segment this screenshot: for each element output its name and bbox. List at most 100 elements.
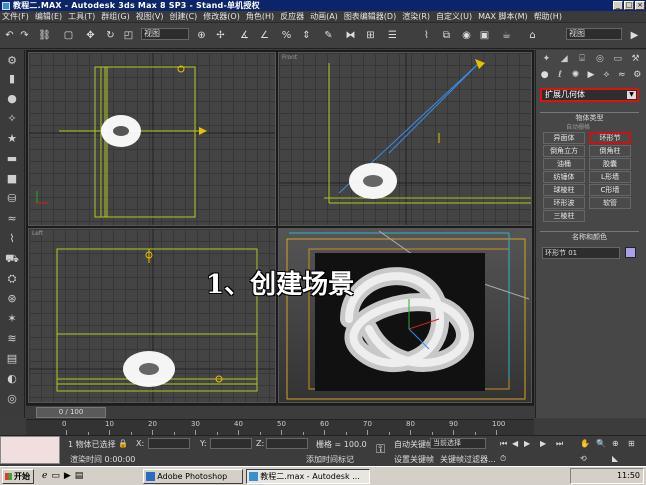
quicklaunch-media-icon[interactable]: ▶ bbox=[64, 471, 71, 481]
move-icon[interactable]: ✥ bbox=[84, 27, 97, 43]
helpers-icon[interactable]: ⟡ bbox=[600, 70, 613, 84]
maxscript-listener[interactable] bbox=[0, 436, 60, 464]
geometry-type-dropdown[interactable]: 扩展几何体 ▼ bbox=[540, 88, 639, 102]
goto-end-icon[interactable]: ⏭ bbox=[556, 439, 563, 449]
btn-ringwave[interactable]: 环形波 bbox=[543, 197, 585, 209]
btn-spindle[interactable]: 纺锤体 bbox=[543, 171, 585, 183]
zoom-icon[interactable]: 🔍 bbox=[596, 439, 606, 448]
lights-icon[interactable]: ✺ bbox=[569, 70, 582, 84]
z-coord-field[interactable] bbox=[266, 438, 308, 449]
btn-chamfer-cyl[interactable]: 倒角柱 bbox=[589, 145, 631, 157]
time-slider[interactable]: 0 / 100 bbox=[36, 407, 106, 418]
zoom-all-icon[interactable]: ⊕ bbox=[612, 439, 619, 448]
plane-icon[interactable]: ▬ bbox=[5, 152, 19, 166]
prev-frame-icon[interactable]: ◀ bbox=[512, 439, 518, 448]
angle-snap-icon[interactable]: ∠ bbox=[258, 27, 271, 43]
shapes-icon[interactable]: ℓ bbox=[553, 70, 566, 84]
rope-icon[interactable]: ✧ bbox=[5, 112, 19, 126]
minimize-button[interactable]: _ bbox=[613, 1, 623, 10]
pivot-icon[interactable]: ⊕ bbox=[195, 27, 208, 43]
top-viewport[interactable] bbox=[28, 52, 276, 226]
auto-key-button[interactable]: 自动关键帧 bbox=[394, 439, 434, 450]
utilities-tab-icon[interactable]: ⚒ bbox=[627, 52, 644, 66]
create-tab-icon[interactable]: ✦ bbox=[538, 52, 555, 66]
redo-icon[interactable]: ↷ bbox=[18, 27, 31, 43]
object-name-field[interactable]: 环形节 01 bbox=[542, 247, 620, 259]
set-key-button[interactable]: 设置关键帧 bbox=[394, 454, 434, 465]
orbit-icon[interactable]: ⟲ bbox=[580, 454, 587, 463]
modify-tab-icon[interactable]: ◢ bbox=[556, 52, 573, 66]
add-time-tag[interactable]: 添加时间标记 bbox=[306, 454, 354, 465]
menu-maxscript[interactable]: MAX 脚本(M) bbox=[478, 11, 528, 22]
taskbar-item-3dsmax[interactable]: 教程二.max - Autodesk ... bbox=[246, 468, 371, 484]
layer-icon[interactable]: ☰ bbox=[386, 27, 399, 43]
goto-start-icon[interactable]: ⏮ bbox=[500, 439, 507, 449]
spring-icon[interactable]: ⌇ bbox=[5, 232, 19, 246]
curve-editor-icon[interactable]: ⌇ bbox=[420, 27, 433, 43]
menu-file[interactable]: 文件(F) bbox=[2, 11, 29, 22]
select-object-icon[interactable]: ▢ bbox=[62, 27, 75, 43]
btn-capsule[interactable]: 胶囊 bbox=[589, 158, 631, 170]
menu-tools[interactable]: 工具(T) bbox=[68, 11, 95, 22]
menu-graph-editors[interactable]: 图表编辑器(D) bbox=[344, 11, 396, 22]
left-viewport[interactable]: Left bbox=[28, 228, 276, 403]
btn-c-ext[interactable]: C形墙 bbox=[589, 184, 631, 196]
manipulate-icon[interactable]: ✢ bbox=[214, 27, 227, 43]
hinge-icon[interactable]: ⛭ bbox=[5, 272, 19, 286]
btn-oil-tank[interactable]: 油桶 bbox=[543, 158, 585, 170]
selection-set-select[interactable]: 当前选择 bbox=[430, 438, 486, 449]
property-icon[interactable]: ◎ bbox=[5, 392, 19, 406]
snap-icon[interactable]: ∡ bbox=[238, 27, 251, 43]
lock-icon[interactable]: 🔒 bbox=[118, 439, 128, 448]
menu-create[interactable]: 创建(C) bbox=[169, 11, 197, 22]
quick-render-icon[interactable]: ☕ bbox=[500, 27, 513, 43]
menu-modifiers[interactable]: 修改器(O) bbox=[203, 11, 240, 22]
pan-icon[interactable]: ✋ bbox=[580, 439, 590, 448]
percent-snap-icon[interactable]: % bbox=[280, 27, 293, 43]
ref-coord-select[interactable]: 视图 bbox=[141, 28, 189, 40]
rotate-icon[interactable]: ↻ bbox=[104, 27, 117, 43]
start-button[interactable]: 开始 bbox=[2, 468, 34, 484]
btn-gengon[interactable]: 球棱柱 bbox=[543, 184, 585, 196]
quicklaunch-folder-icon[interactable]: ▤ bbox=[75, 471, 84, 481]
render-icon[interactable]: ⌂ bbox=[526, 27, 539, 43]
scale-icon[interactable]: ◰ bbox=[122, 27, 135, 43]
maximize-button[interactable]: □ bbox=[624, 1, 634, 10]
object-type-header[interactable]: 物体类型 bbox=[540, 112, 639, 122]
track-bar[interactable]: 0 10 20 30 40 50 60 70 80 90 100 bbox=[26, 419, 534, 435]
menu-edit[interactable]: 编辑(E) bbox=[35, 11, 62, 22]
btn-torus-knot[interactable]: 环形节 bbox=[589, 132, 631, 144]
menu-group[interactable]: 群组(G) bbox=[101, 11, 129, 22]
undo-icon[interactable]: ↶ bbox=[3, 27, 16, 43]
menu-character[interactable]: 角色(H) bbox=[246, 11, 274, 22]
menu-help[interactable]: 帮助(H) bbox=[534, 11, 562, 22]
water-icon[interactable]: ≋ bbox=[5, 332, 19, 346]
perspective-viewport[interactable] bbox=[278, 228, 532, 403]
btn-l-ext[interactable]: L形墙 bbox=[589, 171, 631, 183]
render-view-select[interactable]: 视图 bbox=[566, 28, 622, 40]
geometry-icon[interactable]: ● bbox=[538, 70, 551, 84]
btn-hose[interactable]: 软管 bbox=[589, 197, 631, 209]
star-icon[interactable]: ★ bbox=[5, 132, 19, 146]
reactor-icon[interactable]: ⚙ bbox=[5, 54, 19, 68]
wind-icon[interactable]: ≈ bbox=[5, 212, 19, 226]
spacewarps-icon[interactable]: ≈ bbox=[615, 70, 628, 84]
btn-hedra[interactable]: 异面体 bbox=[543, 132, 585, 144]
key-filters-button[interactable]: 关键帧过滤器... bbox=[440, 454, 496, 465]
menu-customize[interactable]: 自定义(U) bbox=[436, 11, 472, 22]
preview-icon[interactable]: ▤ bbox=[5, 352, 19, 366]
menu-views[interactable]: 视图(V) bbox=[136, 11, 164, 22]
play-icon[interactable]: ▶ bbox=[524, 439, 530, 448]
fracture-icon[interactable]: ✶ bbox=[5, 312, 19, 326]
next-frame-icon[interactable]: ▶ bbox=[540, 439, 546, 448]
object-color-swatch[interactable] bbox=[625, 247, 636, 258]
btn-prism[interactable]: 三棱柱 bbox=[543, 210, 585, 222]
menu-rendering[interactable]: 渲染(R) bbox=[402, 11, 430, 22]
btn-chamfer-box[interactable]: 倒角立方 bbox=[543, 145, 585, 157]
close-button[interactable]: × bbox=[635, 1, 645, 10]
material-editor-icon[interactable]: ◉ bbox=[460, 27, 473, 43]
link-icon[interactable]: ⛓ bbox=[38, 27, 51, 43]
named-selection-icon[interactable]: ✎ bbox=[322, 27, 335, 43]
name-color-header[interactable]: 名称和颜色 bbox=[540, 231, 639, 241]
time-config-icon[interactable]: ⏱ bbox=[500, 454, 506, 464]
